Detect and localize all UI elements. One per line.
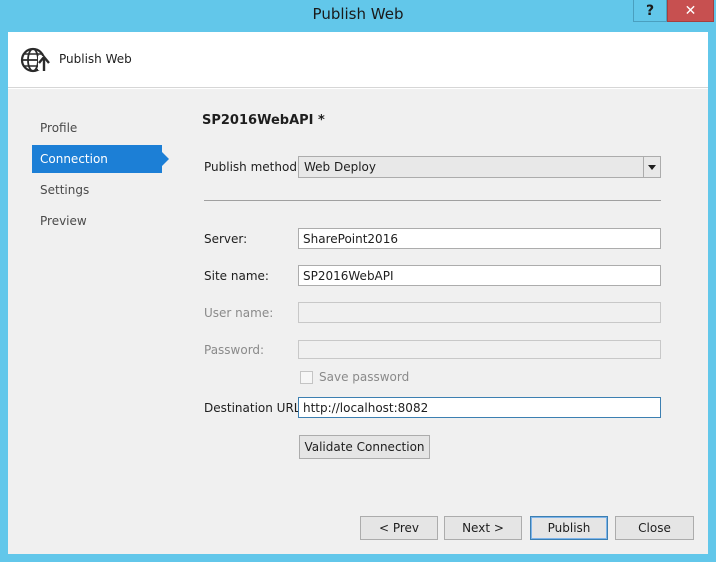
window-title: Publish Web (312, 5, 404, 23)
nav-item-preview[interactable]: Preview (32, 207, 160, 235)
site-name-label: Site name: (204, 269, 269, 283)
destination-url-label: Destination URL: (204, 401, 305, 415)
publish-method-label: Publish method: (204, 160, 301, 174)
next-button[interactable]: Next > (444, 516, 522, 540)
close-window-button[interactable]: ✕ (667, 0, 714, 22)
window-frame-bottom (0, 554, 716, 562)
header-title: Publish Web (59, 52, 132, 66)
profile-name: SP2016WebAPI * (202, 113, 325, 128)
password-input[interactable] (298, 340, 661, 359)
window-frame-right (708, 32, 716, 562)
prev-button[interactable]: < Prev (360, 516, 438, 540)
dialog-header: Publish Web (8, 32, 708, 88)
chevron-down-icon[interactable] (643, 157, 660, 177)
dialog-body: Profile Connection Settings Preview SP20… (8, 89, 708, 554)
publish-method-value: Web Deploy (304, 160, 376, 174)
nav-item-settings[interactable]: Settings (32, 176, 160, 204)
user-name-input[interactable] (298, 302, 661, 323)
validate-connection-button[interactable]: Validate Connection (299, 435, 430, 459)
close-button[interactable]: Close (615, 516, 694, 540)
nav-item-profile[interactable]: Profile (32, 114, 160, 142)
site-name-input[interactable] (298, 265, 661, 286)
user-name-label: User name: (204, 306, 274, 320)
password-label: Password: (204, 343, 265, 357)
help-button[interactable]: ? (633, 0, 667, 22)
nav-item-connection[interactable]: Connection (32, 145, 169, 173)
publish-button[interactable]: Publish (530, 516, 608, 540)
window-frame-left (0, 32, 8, 562)
server-label: Server: (204, 232, 248, 246)
save-password-label: Save password (319, 370, 410, 384)
separator (204, 200, 661, 201)
server-input[interactable] (298, 228, 661, 249)
publish-method-select[interactable]: Web Deploy (298, 156, 661, 178)
destination-url-input[interactable] (298, 397, 661, 418)
save-password-checkbox[interactable] (300, 371, 313, 384)
globe-publish-icon (20, 47, 50, 73)
title-bar: Publish Web ? ✕ (0, 0, 716, 32)
